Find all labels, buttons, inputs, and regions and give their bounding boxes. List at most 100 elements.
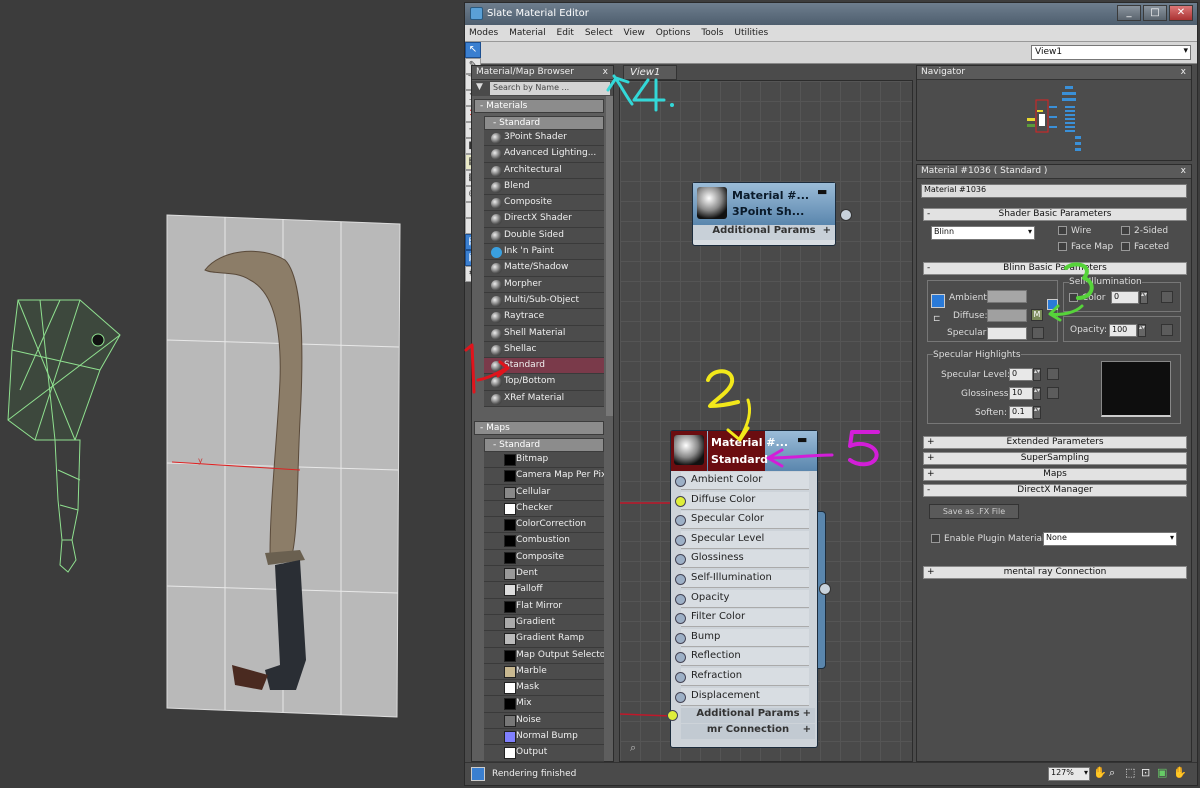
node-header[interactable]: Material #... Standard ▬ [671,431,817,471]
input-socket[interactable] [675,476,686,487]
maximize-button[interactable]: □ [1143,5,1167,21]
map-item[interactable]: Noise [484,712,604,730]
material-item[interactable]: Blend [484,178,604,196]
materials-standard-header[interactable]: - Standard [484,116,604,130]
rollout-shader-basic[interactable]: - Shader Basic Parameters [923,208,1187,221]
material-item[interactable]: Shell Material [484,325,604,342]
specular-level-map-button[interactable] [1047,368,1059,380]
input-slot[interactable]: Opacity [675,589,809,608]
map-item[interactable]: Combustion [484,533,604,550]
menu-utilities[interactable]: Utilities [730,25,772,38]
self-illum-spinner[interactable]: ▴▾ [1140,291,1148,304]
select-tool-icon[interactable]: ↖ [465,42,481,58]
map-item[interactable]: Output [484,745,604,762]
wire-checkbox[interactable] [1058,226,1067,235]
self-illum-color-checkbox[interactable] [1069,293,1078,302]
input-socket[interactable] [675,593,686,605]
map-item[interactable]: Camera Map Per Pixel [484,468,604,485]
input-socket[interactable] [675,515,686,527]
collapse-icon[interactable]: ▬ [817,185,827,198]
menu-options[interactable]: Options [652,25,695,38]
specular-map-button[interactable] [1032,327,1044,339]
material-item[interactable]: Top/Bottom [484,374,604,391]
specular-level-spinner[interactable]: ▴▾ [1033,368,1041,381]
map-item[interactable]: Flat Mirror [484,598,604,615]
self-illum-value[interactable]: 0 [1111,291,1139,304]
additional-params-slot[interactable]: Additional Params + [693,225,835,240]
face-map-checkbox[interactable] [1058,242,1067,251]
menu-select[interactable]: Select [581,25,617,38]
specular-level-value[interactable]: 0 [1009,368,1033,381]
glossiness-value[interactable]: 10 [1009,387,1033,400]
material-node-3point[interactable]: Material #... 3Point Sh... ▬ Additional … [692,182,852,246]
material-item[interactable]: Matte/Shadow [484,260,604,277]
zoom-region-icon[interactable]: ⬚ [1125,766,1135,779]
map-item[interactable]: ColorCorrection [484,517,604,534]
node-header[interactable]: Material #... 3Point Sh... ▬ [693,183,835,225]
plugin-material-dropdown[interactable]: None ▾ [1043,532,1177,546]
map-item[interactable]: Map Output Selector [484,647,604,664]
input-slot[interactable]: Filter Color [675,609,809,628]
lock-ambient-icon[interactable] [931,294,945,308]
two-sided-checkbox[interactable] [1121,226,1130,235]
opacity-map-button[interactable] [1161,324,1173,336]
input-socket[interactable] [675,632,686,644]
minimize-button[interactable]: _ [1117,5,1141,21]
material-item[interactable]: Standard [484,358,604,375]
map-item[interactable]: Checker [484,500,604,518]
navigator-close-icon[interactable]: x [1181,67,1186,77]
rollout-directx-manager[interactable]: - DirectX Manager [923,484,1187,497]
material-item[interactable]: Ink 'n Paint [484,244,604,261]
soften-value[interactable]: 0.1 [1009,406,1033,419]
material-item[interactable]: Composite [484,195,604,212]
collapse-icon[interactable]: ▬ [797,433,807,446]
expand-icon[interactable]: + [803,724,811,735]
maps-header[interactable]: - Maps [474,421,604,435]
menu-view[interactable]: View [619,25,648,38]
diffuse-color-swatch[interactable] [987,309,1027,322]
soften-spinner[interactable]: ▴▾ [1033,406,1041,419]
input-slot[interactable]: Specular Level [675,530,809,549]
material-item[interactable]: Morpher [484,276,604,293]
input-slot[interactable]: Glossiness [675,550,809,569]
diffuse-map-button[interactable]: M [1031,309,1043,321]
material-item[interactable]: Shellac [484,341,604,359]
tab-view1[interactable]: View1 [623,65,677,80]
input-slot[interactable]: Self-Illumination [675,570,809,588]
input-socket[interactable] [675,691,686,703]
output-socket[interactable] [819,583,831,595]
rollout-supersampling[interactable]: + SuperSampling [923,452,1187,465]
output-socket[interactable] [840,209,852,221]
view-selector-dropdown[interactable]: View1 ▾ [1031,45,1191,60]
rollout-extended[interactable]: + Extended Parameters [923,436,1187,449]
map-item[interactable]: Marble [484,663,604,681]
material-item[interactable]: Multi/Sub-Object [484,292,604,310]
input-slot[interactable]: Reflection [675,648,809,667]
material-item[interactable]: DirectX Shader [484,211,604,228]
input-slot[interactable]: Specular Color [675,511,809,530]
additional-params-slot[interactable]: Additional Params + [667,708,815,723]
expand-icon[interactable]: + [823,225,831,236]
zoom-extents-icon[interactable]: ⊡ [1141,766,1150,779]
input-socket[interactable] [675,495,686,507]
input-slot[interactable]: Displacement [675,687,809,706]
params-close-icon[interactable]: x [1181,166,1186,176]
material-name-field[interactable]: Material #1036 [921,184,1187,198]
link-icon[interactable]: ⊏ [933,314,941,324]
menu-material[interactable]: Material [505,25,550,38]
material-item[interactable]: Architectural [484,162,604,179]
enable-plugin-checkbox[interactable] [931,534,940,543]
glossiness-spinner[interactable]: ▴▾ [1033,387,1041,400]
material-item[interactable]: Advanced Lighting... [484,146,604,163]
input-socket[interactable] [675,534,686,546]
zoom-dropdown[interactable]: 127% ▾ [1048,767,1090,781]
map-item[interactable]: Mask [484,680,604,697]
rollout-mental-ray[interactable]: + mental ray Connection [923,566,1187,579]
material-node-standard[interactable]: Material #... Standard ▬ Ambient Color Di… [667,430,818,748]
map-item[interactable]: Gradient Ramp [484,631,604,648]
save-fx-button[interactable]: Save as .FX File [929,504,1019,519]
opacity-spinner[interactable]: ▴▾ [1138,324,1146,337]
close-button[interactable]: ✕ [1169,5,1193,21]
shader-type-dropdown[interactable]: Blinn ▾ [931,226,1035,240]
material-item[interactable]: Raytrace [484,309,604,326]
